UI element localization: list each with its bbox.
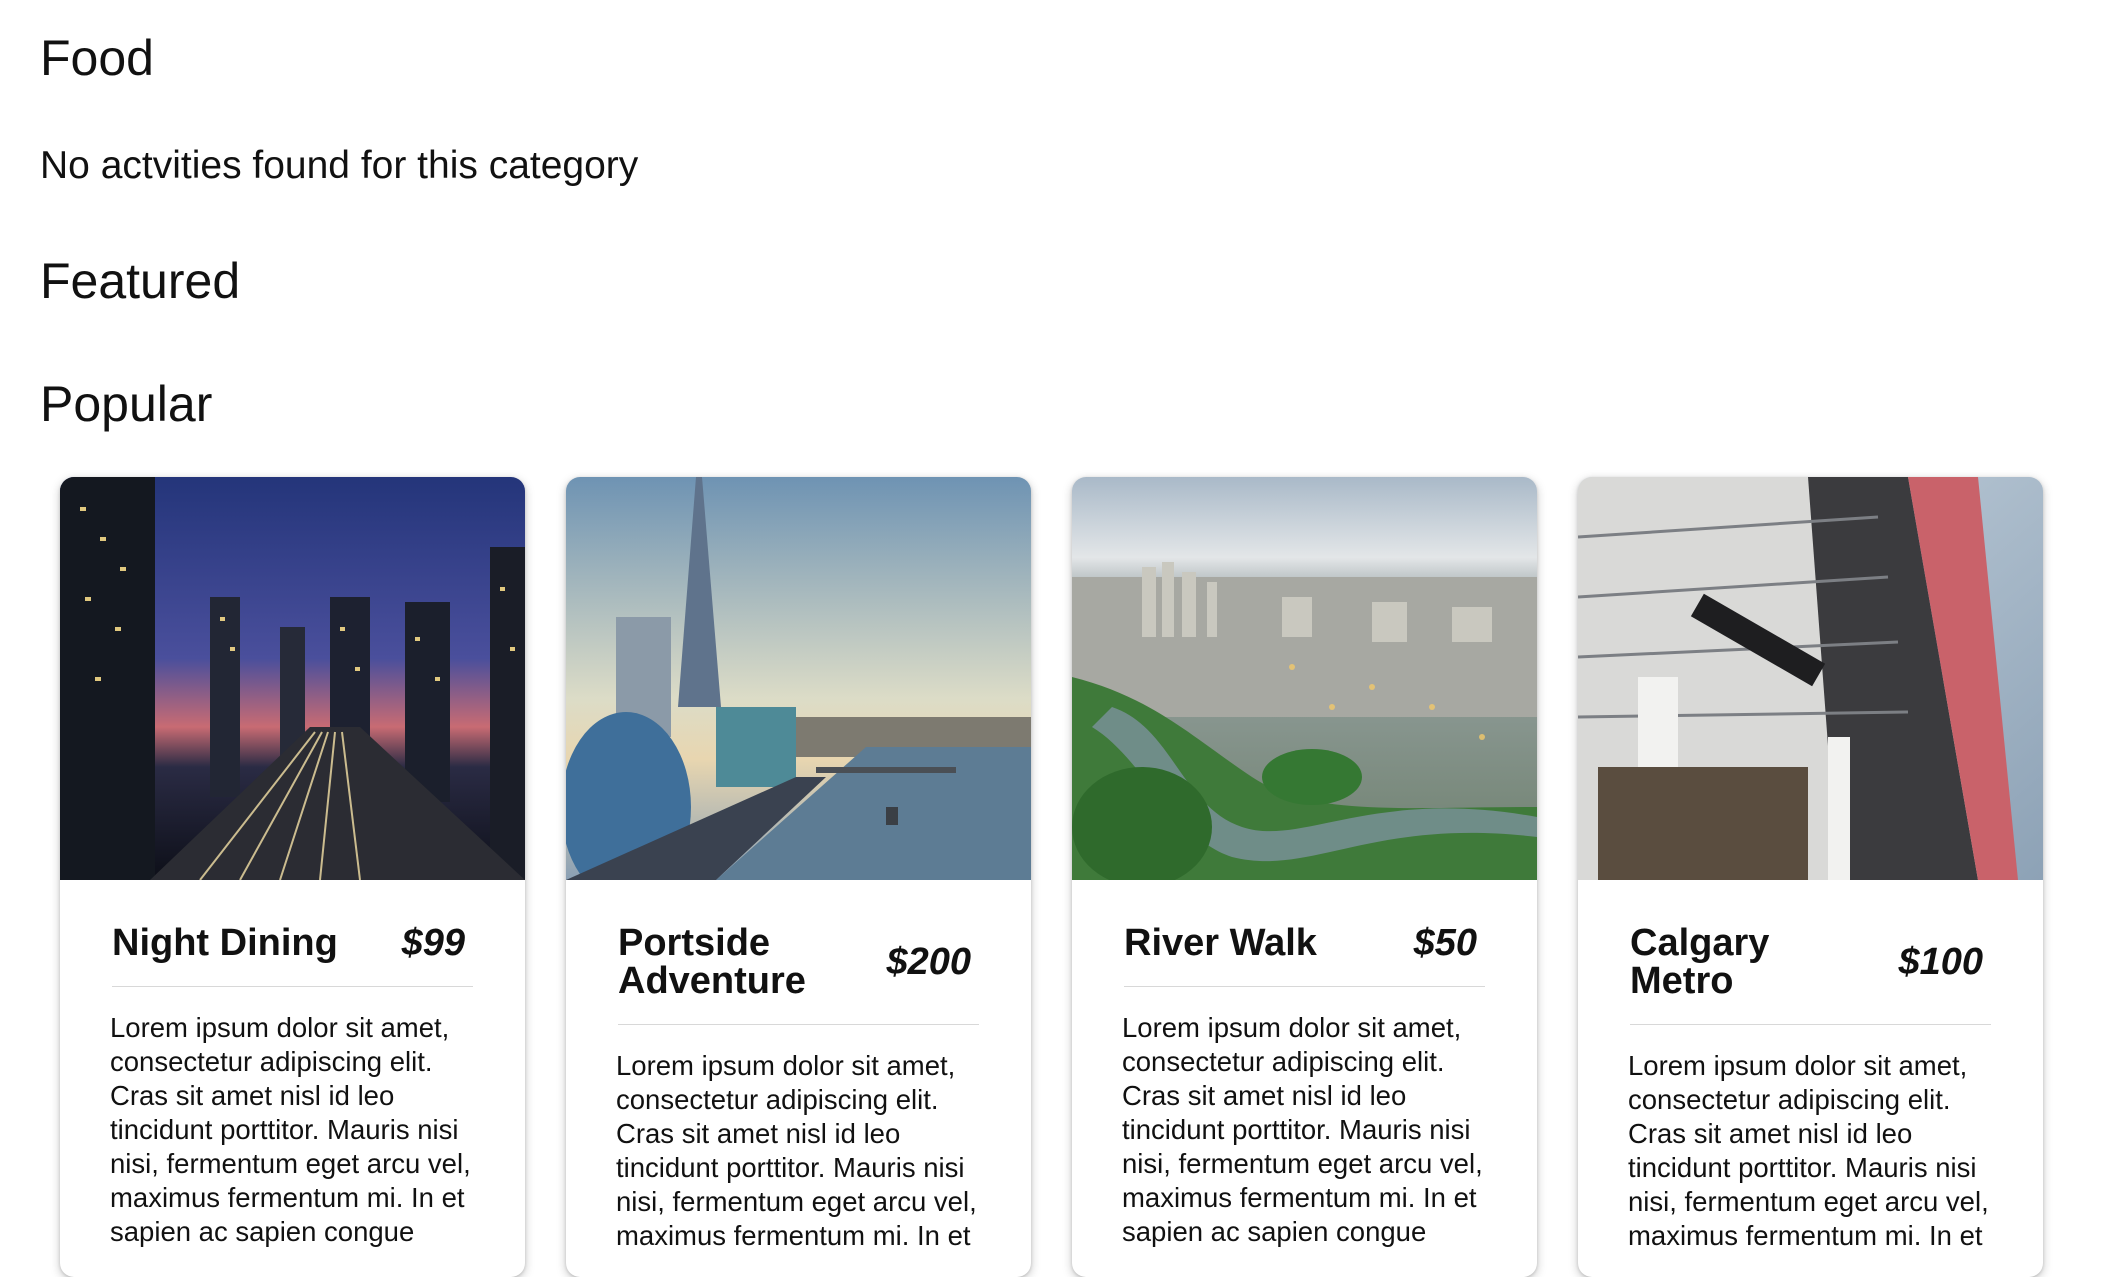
food-section-title: Food [40,30,154,86]
activity-card[interactable]: River Walk $50 Lorem ipsum dolor sit ame… [1072,477,1537,1277]
card-price: $100 [1898,941,1983,983]
card-price: $50 [1413,922,1477,964]
activity-card[interactable]: Portside Adventure $200 Lorem ipsum dolo… [566,477,1031,1277]
card-header: Calgary Metro $100 [1630,924,1991,1025]
card-description: Lorem ipsum dolor sit amet, consectetur … [1122,1012,1483,1247]
card-header: River Walk $50 [1124,924,1485,987]
card-title[interactable]: Calgary Metro [1630,924,1860,1000]
card-price: $99 [401,922,465,964]
card-header: Night Dining $99 [112,924,473,987]
card-header: Portside Adventure $200 [618,924,979,1025]
activity-card[interactable]: Calgary Metro $100 Lorem ipsum dolor sit… [1578,477,2043,1277]
card-title[interactable]: Portside Adventure [618,924,848,1000]
card-image[interactable] [1072,477,1537,880]
featured-section-title: Featured [40,253,241,309]
card-title[interactable]: River Walk [1124,924,1317,962]
empty-category-message: No actvities found for this category [40,144,639,187]
popular-section-title: Popular [40,376,213,432]
card-description: Lorem ipsum dolor sit amet, consectetur … [616,1050,977,1251]
card-description: Lorem ipsum dolor sit amet, consectetur … [1628,1050,1989,1251]
activity-card[interactable]: Night Dining $99 Lorem ipsum dolor sit a… [60,477,525,1277]
card-price: $200 [886,941,971,983]
card-image[interactable] [60,477,525,880]
card-image[interactable] [1578,477,2043,880]
card-title[interactable]: Night Dining [112,924,338,962]
card-image[interactable] [566,477,1031,880]
card-description: Lorem ipsum dolor sit amet, consectetur … [110,1012,471,1247]
